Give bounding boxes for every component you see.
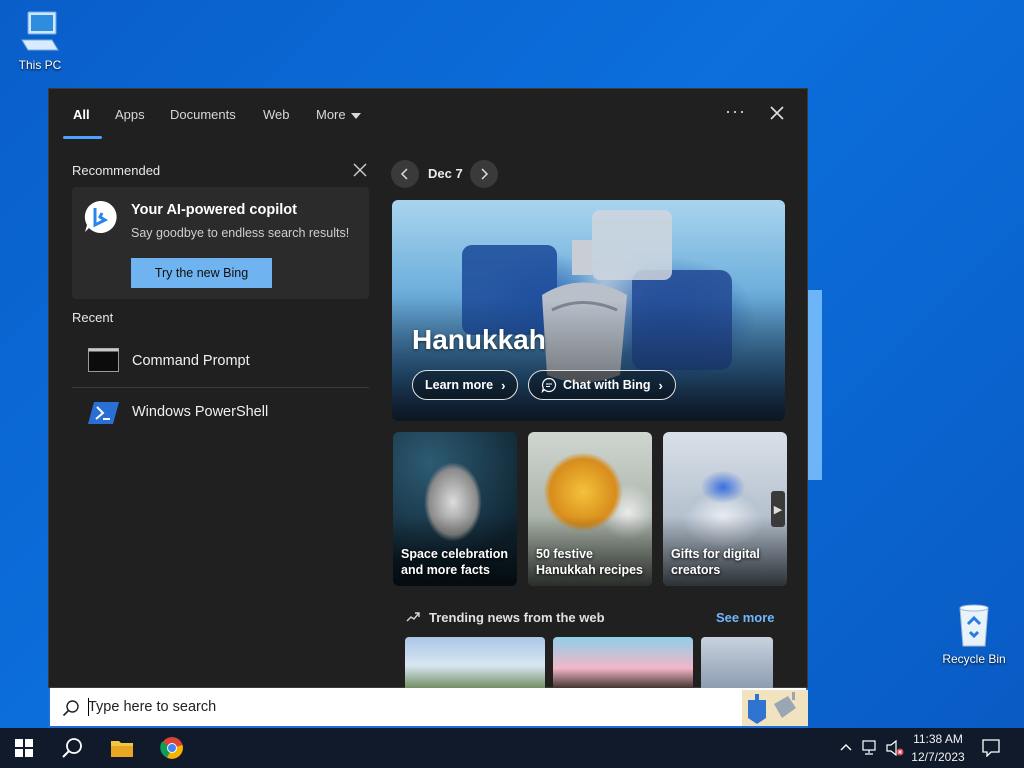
- card-caption: Gifts for digital creators: [671, 547, 760, 577]
- windows-logo-icon: [15, 739, 33, 757]
- cmd-icon: [88, 348, 119, 372]
- learn-more-button[interactable]: Learn more ›: [412, 370, 519, 400]
- news-thumbnail[interactable]: [553, 637, 693, 689]
- card-gifts-digital-creators[interactable]: Gifts for digital creators: [663, 432, 787, 586]
- card-caption: 50 festive Hanukkah recipes: [536, 547, 643, 577]
- powershell-icon: [88, 402, 119, 424]
- chat-with-bing-label: Chat with Bing: [563, 378, 651, 392]
- tab-apps[interactable]: Apps: [115, 107, 145, 122]
- trending-icon: [406, 612, 420, 622]
- caret-right-icon: ▶: [773, 503, 783, 516]
- copilot-card: Your AI-powered copilot Say goodbye to e…: [72, 187, 369, 299]
- tab-more[interactable]: More: [316, 107, 361, 122]
- close-icon[interactable]: [767, 103, 787, 123]
- folder-icon: [111, 741, 133, 757]
- tab-more-label: More: [316, 107, 346, 122]
- recent-item-command-prompt[interactable]: Command Prompt: [72, 338, 369, 386]
- tab-documents[interactable]: Documents: [170, 107, 236, 122]
- next-day-button[interactable]: [470, 160, 498, 188]
- taskbar: 11:38 AM 12/7/2023: [0, 728, 1024, 768]
- divider: [72, 387, 369, 388]
- desktop-icon-label: This PC: [18, 58, 62, 72]
- search-panel: All Apps Documents Web More ··· Recommen…: [48, 88, 808, 689]
- active-tab-indicator: [63, 136, 102, 139]
- computer-icon: [21, 11, 59, 51]
- trending-heading: Trending news from the web: [429, 610, 605, 625]
- taskbar-file-explorer[interactable]: [98, 728, 146, 768]
- dreidel-icon: [748, 692, 796, 724]
- recent-item-label: Windows PowerShell: [132, 404, 269, 420]
- search-tabs: All Apps Documents Web More ···: [49, 89, 807, 141]
- hero-title: Hanukkah: [412, 324, 546, 355]
- desktop-icon-this-pc[interactable]: This PC: [0, 10, 80, 72]
- card-hanukkah-recipes[interactable]: 50 festive Hanukkah recipes: [528, 432, 652, 586]
- recent-item-label: Command Prompt: [132, 353, 250, 369]
- chevron-down-icon: [350, 112, 361, 119]
- chevron-up-icon[interactable]: [840, 742, 852, 752]
- chat-with-bing-button[interactable]: Chat with Bing ›: [528, 370, 676, 400]
- desktop-icon-recycle-bin[interactable]: Recycle Bin: [934, 602, 1014, 666]
- recommended-heading: Recommended: [72, 163, 161, 178]
- taskbar-chrome[interactable]: [148, 728, 196, 768]
- search-icon: [62, 700, 79, 717]
- start-button[interactable]: [0, 728, 48, 768]
- search-highlight-image: [742, 690, 808, 726]
- copilot-subtitle: Say goodbye to endless search results!: [131, 226, 350, 240]
- clock-time[interactable]: 11:38 AM: [903, 732, 973, 746]
- network-icon[interactable]: [862, 740, 880, 756]
- search-input[interactable]: [88, 696, 688, 718]
- try-new-bing-button[interactable]: Try the new Bing: [131, 258, 272, 288]
- hero-card-hanukkah[interactable]: Hanukkah Learn more › Chat with Bing ›: [392, 200, 785, 421]
- wallpaper-light: [808, 290, 822, 480]
- tab-web[interactable]: Web: [263, 107, 290, 122]
- card-space-celebration[interactable]: Space celebration and more facts: [393, 432, 517, 586]
- chevron-right-icon: ›: [658, 377, 663, 393]
- chevron-right-icon: [481, 168, 489, 180]
- news-thumbnail[interactable]: [405, 637, 545, 689]
- see-more-link[interactable]: See more: [716, 610, 775, 625]
- taskbar-search-button[interactable]: [48, 728, 96, 768]
- clock-date[interactable]: 12/7/2023: [903, 750, 973, 764]
- recent-heading: Recent: [72, 310, 114, 325]
- news-thumbnail[interactable]: [701, 637, 773, 689]
- close-icon[interactable]: [353, 163, 367, 177]
- card-caption: Space celebration and more facts: [401, 547, 508, 577]
- chevron-left-icon: [400, 168, 408, 180]
- chrome-icon: [160, 737, 183, 759]
- copilot-title: Your AI-powered copilot: [131, 202, 297, 218]
- chat-icon: [541, 377, 557, 393]
- highlight-date: Dec 7: [428, 166, 463, 181]
- notifications-icon[interactable]: [982, 739, 1000, 757]
- tab-all[interactable]: All: [73, 107, 90, 122]
- more-options-icon[interactable]: ···: [725, 101, 746, 122]
- chevron-right-icon: ›: [501, 377, 506, 393]
- recent-item-powershell[interactable]: Windows PowerShell: [72, 389, 369, 437]
- taskbar-search-box[interactable]: [48, 688, 808, 728]
- learn-more-label: Learn more: [425, 378, 494, 392]
- bing-chat-icon: [84, 200, 117, 233]
- hero-shade: [392, 300, 785, 421]
- recycle-bin-icon: [959, 604, 989, 647]
- volume-muted-icon[interactable]: [886, 740, 904, 756]
- scroll-right-button[interactable]: ▶: [771, 491, 785, 527]
- previous-day-button[interactable]: [391, 160, 419, 188]
- desktop-icon-label: Recycle Bin: [942, 652, 1006, 666]
- search-icon: [62, 738, 82, 758]
